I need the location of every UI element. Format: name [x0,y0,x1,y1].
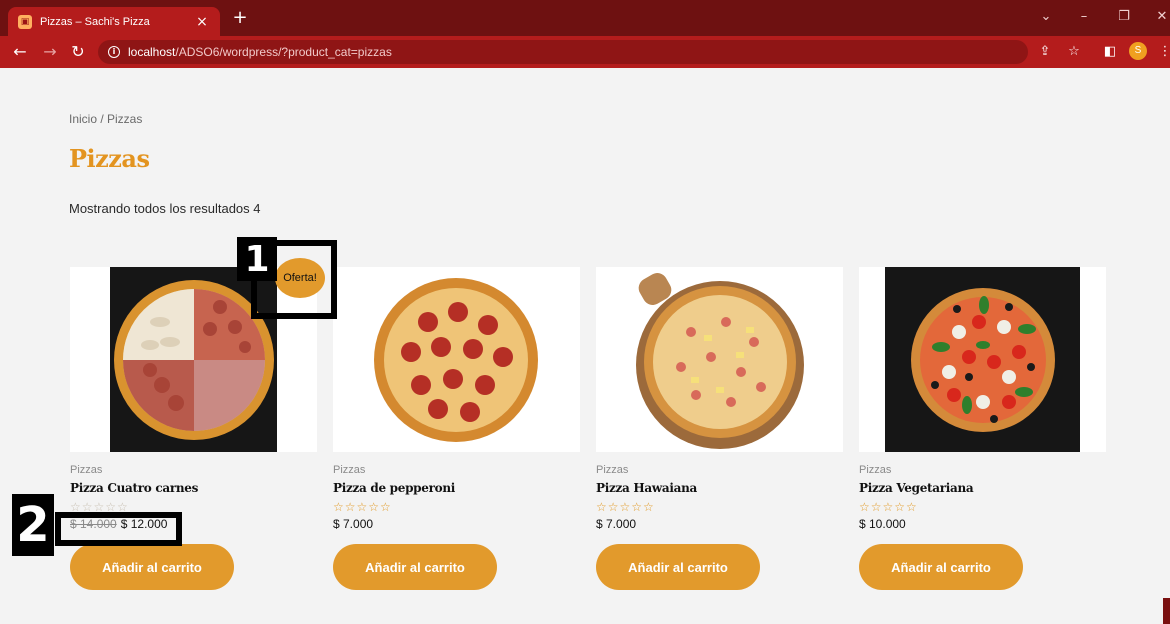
product-category[interactable]: Pizzas [70,464,317,476]
rating-stars-icon: ☆☆☆☆☆ [859,500,918,514]
product-card: Pizzas Pizza Vegetariana ☆☆☆☆☆ $ 10.000 … [859,267,1106,590]
reload-icon[interactable]: ↻ [68,42,88,62]
corner-decoration [1163,598,1170,624]
restore-icon[interactable]: ❐ [1114,9,1134,24]
product-image[interactable] [333,267,580,452]
url-text: localhost/ADSO6/wordpress/?product_cat=p… [128,45,392,59]
annotation-number-1: 1 [237,237,277,281]
rating-stars-icon: ☆☆☆☆☆ [333,500,392,514]
product-name[interactable]: Pizza de pepperoni [333,481,580,495]
product-image[interactable] [596,267,843,452]
rating-stars-icon: ☆☆☆☆☆ [596,500,655,514]
annotation-box-2 [55,512,182,546]
browser-tab[interactable]: ▣ Pizzas – Sachi's Pizza × [8,7,220,36]
annotation-number-2: 2 [12,494,54,556]
add-to-cart-button[interactable]: Añadir al carrito [859,544,1023,590]
pizza-hawaiana-image [636,273,804,449]
minimize-icon[interactable]: – [1074,9,1094,24]
tab-close-icon[interactable]: × [194,14,210,30]
product-name[interactable]: Pizza Vegetariana [859,481,1106,495]
product-category[interactable]: Pizzas [596,464,843,476]
product-price: $ 7.000 [596,517,637,531]
add-to-cart-button[interactable]: Añadir al carrito [70,544,234,590]
tab-search-icon[interactable]: ⌄ [1036,9,1056,24]
pizza-vegetariana-image [911,288,1055,432]
product-price: $ 7.000 [333,517,374,531]
product-category[interactable]: Pizzas [333,464,580,476]
side-panel-icon[interactable]: ◧ [1101,44,1119,59]
back-icon[interactable]: ← [10,42,30,62]
breadcrumb[interactable]: Inicio / Pizzas [69,112,142,126]
address-bar[interactable]: i localhost/ADSO6/wordpress/?product_cat… [98,40,1028,64]
profile-avatar[interactable]: S [1129,42,1147,60]
product-name[interactable]: Pizza Hawaiana [596,481,843,495]
product-price: $ 10.000 [859,517,906,531]
product-name[interactable]: Pizza Cuatro carnes [70,481,317,495]
result-count: Mostrando todos los resultados 4 [69,201,261,216]
new-tab-button[interactable]: + [230,9,250,27]
close-window-icon[interactable]: ✕ [1152,9,1170,24]
product-image[interactable] [859,267,1106,452]
browser-tab-bar: ▣ Pizzas – Sachi's Pizza × + ⌄ – ❐ ✕ [0,0,1170,36]
product-category[interactable]: Pizzas [859,464,1106,476]
browser-toolbar: ← → ↻ i localhost/ADSO6/wordpress/?produ… [0,36,1170,68]
product-card: Pizzas Pizza Hawaiana ☆☆☆☆☆ $ 7.000 Añad… [596,267,843,590]
site-info-icon[interactable]: i [108,46,120,58]
bookmark-star-icon[interactable]: ☆ [1065,44,1083,59]
product-card: Pizzas Pizza de pepperoni ☆☆☆☆☆ $ 7.000 … [333,267,580,590]
pizza-pepperoni-image [374,278,538,442]
menu-icon[interactable]: ⋮ [1156,44,1170,59]
add-to-cart-button[interactable]: Añadir al carrito [333,544,497,590]
share-icon[interactable]: ⇪ [1036,44,1054,59]
add-to-cart-button[interactable]: Añadir al carrito [596,544,760,590]
page-title: Pizzas [69,144,150,173]
forward-icon[interactable]: → [40,42,60,62]
tab-title: Pizzas – Sachi's Pizza [40,15,150,28]
favicon-icon: ▣ [18,14,32,29]
